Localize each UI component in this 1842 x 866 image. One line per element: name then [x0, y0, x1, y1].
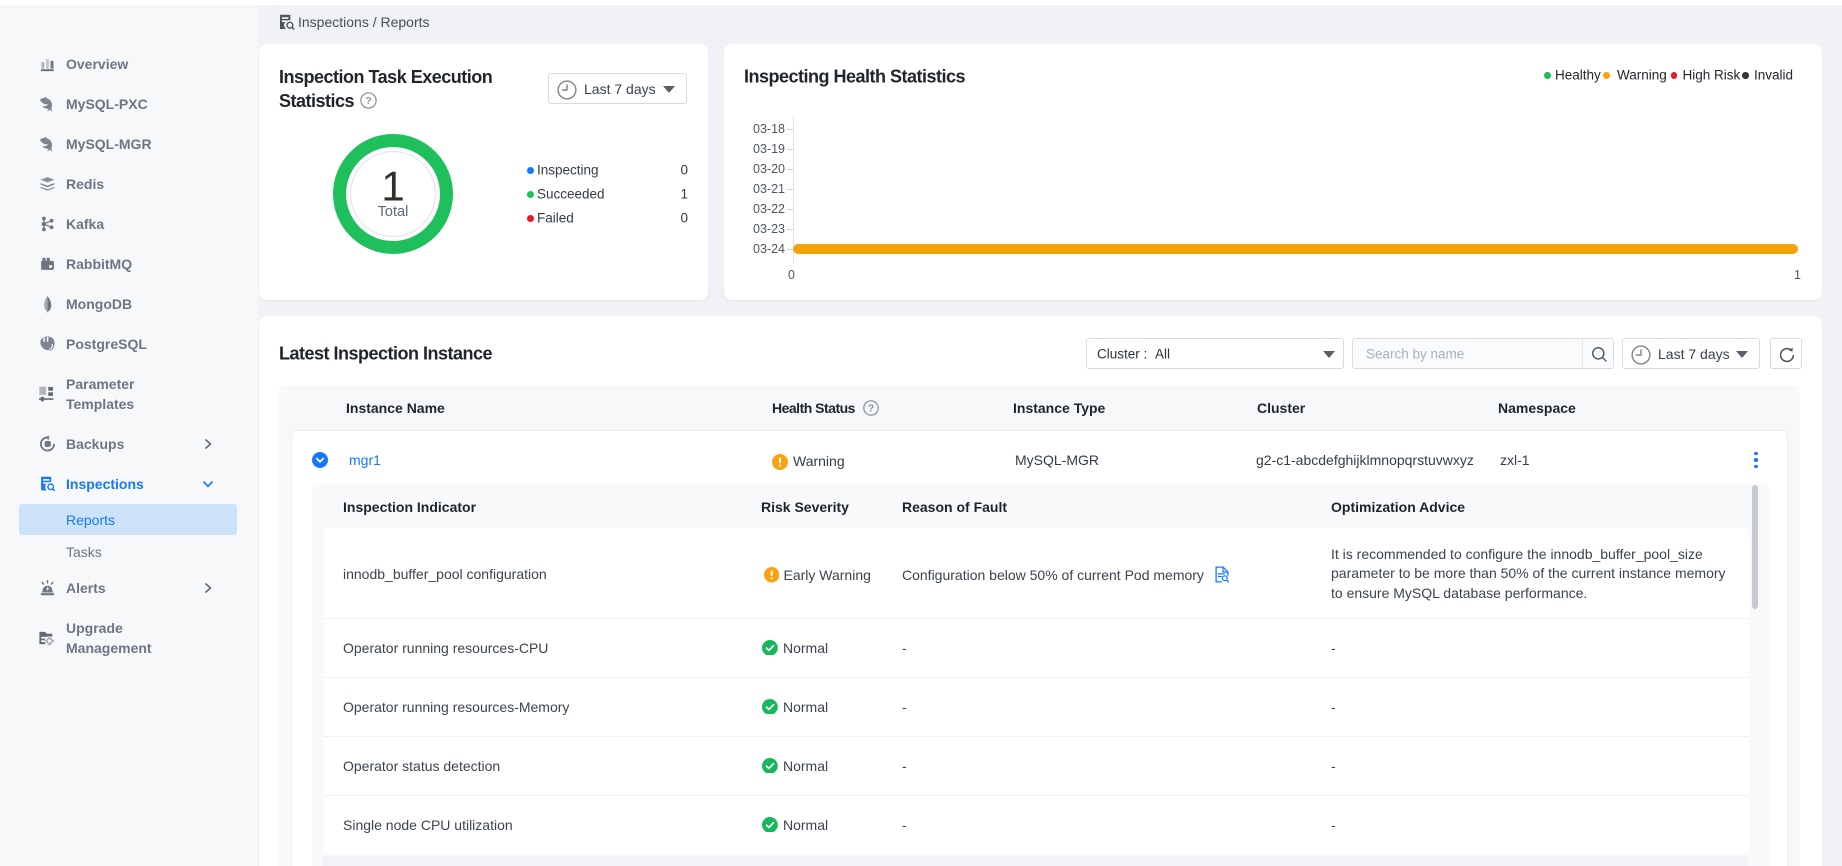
svg-text:?: ?: [867, 404, 873, 415]
